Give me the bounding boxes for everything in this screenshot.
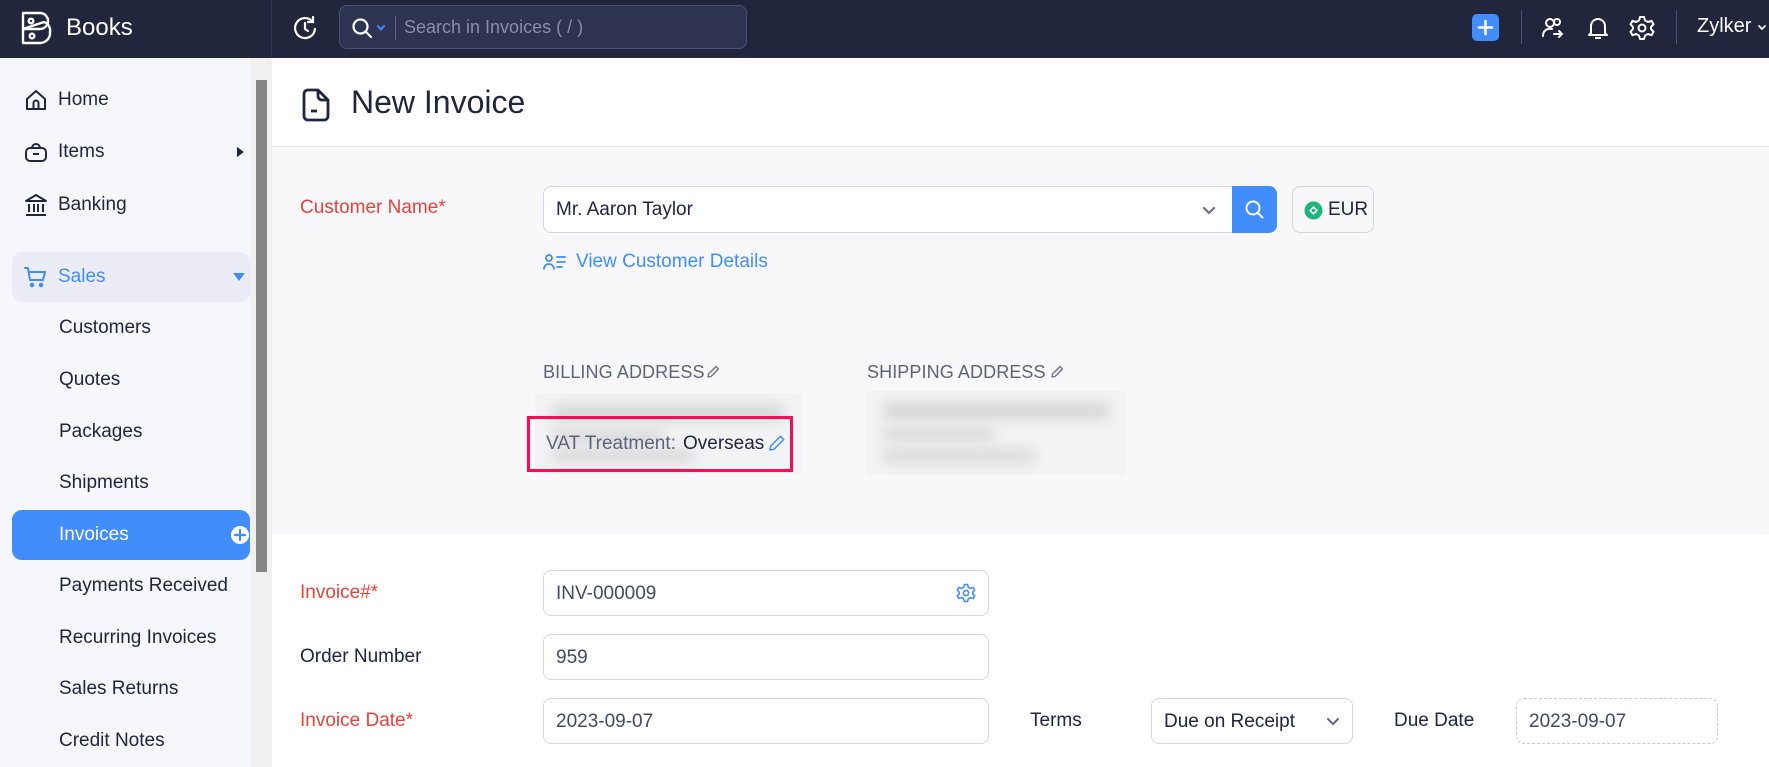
sidebar-item-payments-received[interactable]: Payments Received [12,561,250,611]
sidebar-item-credit-notes[interactable]: Credit Notes [12,716,250,766]
vat-treatment-label: VAT Treatment: [546,433,676,454]
sidebar-item-label: Sales Returns [59,678,179,699]
currency-button[interactable]: EUR [1292,186,1374,233]
sidebar-item-label: Packages [59,421,143,442]
sidebar: Home Items Banking Sales Customers Quote… [0,58,250,767]
vat-treatment-value: Overseas [683,433,765,454]
view-customer-details-label: View Customer Details [576,251,768,272]
main-content: New Invoice Customer Name* Mr. Aaron Tay… [272,58,1769,767]
gear-icon[interactable] [956,583,976,603]
sidebar-item-sales[interactable]: Sales [12,252,250,302]
search-divider [395,16,396,40]
search-icon[interactable] [351,17,373,39]
invoice-number-value: INV-000009 [556,583,657,604]
bank-icon [25,194,47,216]
sidebar-item-label: Payments Received [59,575,228,596]
sidebar-item-label: Quotes [59,369,121,390]
customer-details-icon [543,254,566,270]
sidebar-item-recurring-invoices[interactable]: Recurring Invoices [12,613,250,663]
top-bar: Books Zylker [0,0,1769,58]
invoice-date-value: 2023-09-07 [556,711,654,732]
order-number-label: Order Number [300,646,422,667]
sidebar-scrollbar[interactable] [256,80,267,572]
invoice-date-input[interactable]: 2023-09-07 [543,698,989,744]
edit-billing-address-icon[interactable] [706,365,720,379]
brand-area: Books [0,0,272,58]
order-number-input[interactable]: 959 [543,634,989,680]
sidebar-item-items[interactable]: Items [12,127,250,177]
invoice-date-label: Invoice Date* [300,710,414,731]
refer-users-icon[interactable] [1540,15,1566,41]
sidebar-item-sales-returns[interactable]: Sales Returns [12,664,250,714]
currency-label: EUR [1328,199,1369,220]
basket-icon [25,143,47,162]
caret-right-icon[interactable] [234,145,246,159]
customer-search-button[interactable] [1232,186,1277,233]
sidebar-item-banking[interactable]: Banking [12,180,250,230]
edit-vat-treatment-icon[interactable] [768,434,786,452]
chevron-down-icon[interactable] [1326,717,1340,727]
sidebar-item-customers[interactable]: Customers [12,303,250,353]
search-icon [1245,200,1264,219]
due-date-label: Due Date [1394,710,1475,731]
due-date-input[interactable]: 2023-09-07 [1516,698,1718,744]
bell-icon[interactable] [1585,15,1611,41]
topbar-divider [1521,10,1522,44]
sidebar-item-label: Recurring Invoices [59,627,217,648]
cart-icon [24,267,46,288]
sidebar-item-label: Banking [58,194,127,215]
chevron-down-icon[interactable] [376,23,386,33]
chevron-down-icon[interactable] [1757,24,1767,32]
sidebar-item-quotes[interactable]: Quotes [12,355,250,405]
shipping-address-label: SHIPPING ADDRESS [867,362,1046,382]
terms-select[interactable]: Due on Receipt [1151,698,1353,744]
terms-label: Terms [1030,710,1082,731]
topbar-divider [1676,10,1677,44]
search-box[interactable] [339,5,747,49]
page-header: New Invoice [272,58,1769,146]
sidebar-item-label: Sales [58,266,106,287]
currency-icon [1304,201,1323,220]
quick-create-button[interactable] [1472,14,1499,41]
gear-icon[interactable] [1629,15,1655,41]
customer-section: Customer Name* Mr. Aaron Taylor EUR View… [272,147,1769,534]
sidebar-item-label: Items [58,141,105,162]
sidebar-item-label: Shipments [59,472,149,493]
page-title: New Invoice [351,84,526,120]
sidebar-item-shipments[interactable]: Shipments [12,458,250,508]
invoice-number-input[interactable]: INV-000009 [543,570,989,616]
history-icon[interactable] [292,15,318,41]
sidebar-item-label: Home [58,89,109,110]
shipping-address-redacted [866,391,1126,475]
chevron-down-icon[interactable] [1202,206,1216,216]
add-circle-icon[interactable] [230,525,250,545]
customer-name-label: Customer Name* [300,197,446,218]
search-input[interactable] [404,12,734,42]
logo-icon[interactable] [20,10,54,46]
billing-address-label: BILLING ADDRESS [543,362,705,382]
sidebar-item-home[interactable]: Home [12,75,250,125]
home-icon [26,90,46,110]
vat-treatment-highlight: VAT Treatment: Overseas [527,416,793,472]
plus-icon [1477,19,1494,36]
sidebar-item-invoices[interactable]: Invoices [12,510,250,560]
order-number-value: 959 [556,647,588,668]
invoice-number-label: Invoice#* [300,582,379,603]
sidebar-item-packages[interactable]: Packages [12,407,250,457]
caret-down-icon[interactable] [232,272,246,282]
document-icon [302,88,330,122]
edit-shipping-address-icon[interactable] [1050,365,1064,379]
sidebar-item-label: Customers [59,317,151,338]
brand-name: Books [66,14,133,41]
due-date-value: 2023-09-07 [1529,711,1627,732]
terms-value: Due on Receipt [1164,711,1295,732]
customer-name-value: Mr. Aaron Taylor [556,199,693,220]
sidebar-item-label: Credit Notes [59,730,165,751]
customer-name-select[interactable]: Mr. Aaron Taylor [543,186,1233,233]
organization-switcher[interactable]: Zylker [1697,15,1751,38]
sidebar-item-label: Invoices [59,524,129,545]
